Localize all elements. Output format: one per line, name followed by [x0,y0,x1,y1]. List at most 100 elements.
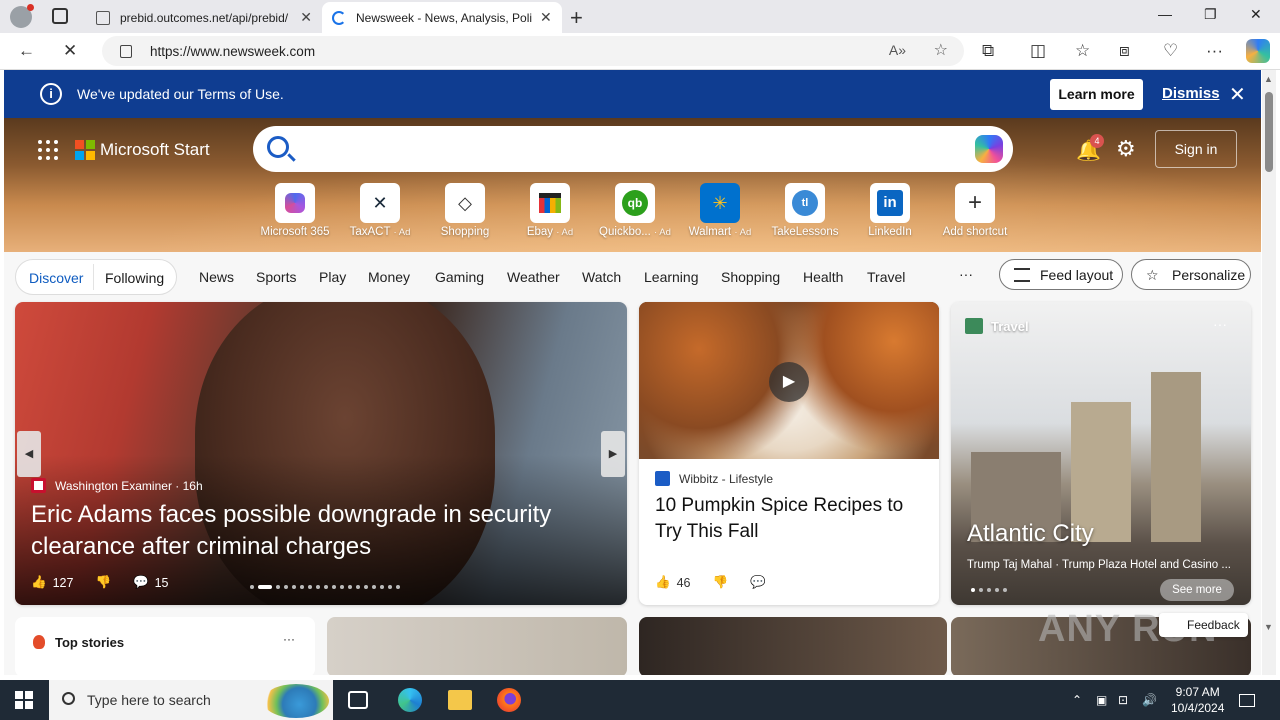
shortcut-quickbooks[interactable]: qb Quickbo... · Ad [593,183,677,238]
more-menu-icon[interactable]: ··· [1206,41,1223,61]
comment-icon[interactable]: 💬 [133,575,149,590]
tab-following[interactable]: Following [105,270,164,286]
split-screen-icon[interactable]: ◫ [1030,41,1046,61]
comment-icon[interactable]: 💬 [750,575,766,590]
nav-watch[interactable]: Watch [582,269,621,285]
edge-icon[interactable] [398,688,422,712]
profile-icon[interactable] [10,4,34,28]
file-explorer-icon[interactable] [448,690,472,710]
scroll-up-icon[interactable]: ▲ [1264,74,1273,84]
shortcut-walmart[interactable]: ✳ Walmart · Ad [678,183,762,238]
page-scrollbar[interactable]: ▲ ▼ [1262,70,1276,675]
tray-device-icon[interactable]: ▣ [1096,693,1107,707]
like-icon[interactable]: 👍 [31,575,47,590]
favorite-star-icon[interactable]: ☆ [934,40,948,60]
dislike-icon[interactable]: 👎 [712,575,728,590]
like-icon[interactable]: 👍 [655,575,671,590]
feed-layout-button[interactable]: Feed layout [999,259,1123,290]
nav-money[interactable]: Money [368,269,410,285]
favorites-icon[interactable]: ☆ [1075,41,1090,61]
shortcut-shopping[interactable]: ◇ Shopping [423,183,507,238]
place-title[interactable]: Atlantic City [967,520,1094,548]
story-card[interactable] [327,617,627,675]
minimize-icon[interactable]: — [1158,6,1172,22]
feedback-button[interactable]: Feedback [1159,613,1248,637]
story-headline[interactable]: 10 Pumpkin Spice Recipes to Try This Fal… [655,493,925,545]
back-icon[interactable]: ← [18,41,35,61]
close-window-icon[interactable]: ✕ [1250,6,1262,23]
pumpkin-spice-card[interactable]: ▶ Wibbitz - Lifestyle 10 Pumpkin Spice R… [639,302,939,605]
clock[interactable]: 9:07 AM 10/4/2024 [1171,684,1224,716]
personalize-button[interactable]: ☆ Personalize [1131,259,1251,290]
main-headline[interactable]: Eric Adams faces possible downgrade in s… [31,499,591,563]
taskbar-search[interactable]: Type here to search [49,680,333,720]
copilot-icon[interactable] [975,135,1003,163]
tab-prebid[interactable]: prebid.outcomes.net/api/prebid/ ✕ [86,2,322,33]
shortcut-takelessons[interactable]: tl TakeLessons [763,183,847,238]
story-source[interactable]: Wibbitz - Lifestyle [655,471,773,486]
tray-chevron-icon[interactable]: ⌃ [1072,693,1082,707]
nav-learning[interactable]: Learning [644,269,699,285]
shortcut-ebay[interactable]: Ebay · Ad [508,183,592,238]
more-options-icon[interactable]: ··· [1213,316,1227,332]
address-bar[interactable]: https://www.newsweek.com A» ☆ [102,36,964,66]
search-box[interactable] [253,126,1013,172]
nav-more-icon[interactable]: ··· [959,266,973,282]
sign-in-button[interactable]: Sign in [1155,130,1237,168]
nav-shopping[interactable]: Shopping [721,269,780,285]
firefox-icon[interactable] [497,688,521,712]
tab-newsweek[interactable]: Newsweek - News, Analysis, Polit ✕ [322,2,562,33]
see-more-button[interactable]: See more [1160,579,1234,601]
start-windows-icon[interactable] [15,691,33,709]
close-tab-icon[interactable]: ✕ [540,9,552,26]
top-stories-card[interactable]: Top stories ··· [15,617,315,675]
nav-play[interactable]: Play [319,269,346,285]
performance-icon[interactable]: ♡ [1163,41,1178,61]
search-icon[interactable] [267,136,289,158]
carousel-next-icon[interactable]: ▶ [601,431,625,477]
settings-gear-icon[interactable]: ⚙ [1116,136,1136,162]
shortcut-linkedin[interactable]: in LinkedIn [848,183,932,238]
stop-loading-icon[interactable]: ✕ [63,41,77,61]
story-source[interactable]: Washington Examiner · 16h [31,478,203,493]
copilot-icon[interactable] [1246,39,1270,63]
nav-health[interactable]: Health [803,269,843,285]
more-options-icon[interactable]: ··· [283,632,295,646]
app-launcher-icon[interactable] [38,140,58,160]
top-stories-title[interactable]: Top stories [55,635,124,650]
network-icon[interactable]: ⊡ [1118,693,1128,707]
nav-weather[interactable]: Weather [507,269,560,285]
add-shortcut-button[interactable]: + Add shortcut [933,183,1017,238]
task-view-icon[interactable] [348,691,368,709]
shortcut-microsoft-365[interactable]: Microsoft 365 [253,183,337,238]
dismiss-link[interactable]: Dismiss [1162,85,1220,102]
restore-icon[interactable]: ❐ [1204,6,1217,23]
dislike-icon[interactable]: 👎 [95,575,111,590]
travel-card[interactable]: Travel ··· Atlantic City Trump Taj Mahal… [951,302,1251,605]
story-card[interactable] [639,617,947,675]
nav-gaming[interactable]: Gaming [435,269,484,285]
carousel-dots[interactable] [250,585,404,589]
notifications-icon[interactable] [1239,694,1255,707]
travel-label[interactable]: Travel [991,319,1029,334]
main-story-card[interactable]: ◀ ▶ Washington Examiner · 16h Eric Adams… [15,302,627,605]
lock-icon[interactable] [120,44,132,58]
tab-actions-icon[interactable] [52,8,68,24]
brand-title[interactable]: Microsoft Start [100,140,210,160]
nav-sports[interactable]: Sports [256,269,296,285]
extensions-icon[interactable]: ⧉ [982,41,994,61]
url-text[interactable]: https://www.newsweek.com [150,44,315,59]
scroll-down-icon[interactable]: ▼ [1264,622,1273,632]
learn-more-button[interactable]: Learn more [1050,79,1143,110]
scroll-thumb[interactable] [1265,92,1273,172]
shortcut-taxact[interactable]: ✕ TaxACT · Ad [338,183,422,238]
volume-icon[interactable]: 🔊 [1142,693,1157,707]
carousel-dots[interactable] [971,588,1011,592]
play-icon[interactable]: ▶ [769,362,809,402]
nav-travel[interactable]: Travel [867,269,905,285]
carousel-prev-icon[interactable]: ◀ [17,431,41,477]
new-tab-icon[interactable]: + [570,5,583,31]
close-tab-icon[interactable]: ✕ [300,9,312,26]
collections-icon[interactable]: ⧈ [1119,41,1130,61]
read-aloud-icon[interactable]: A» [889,42,906,58]
